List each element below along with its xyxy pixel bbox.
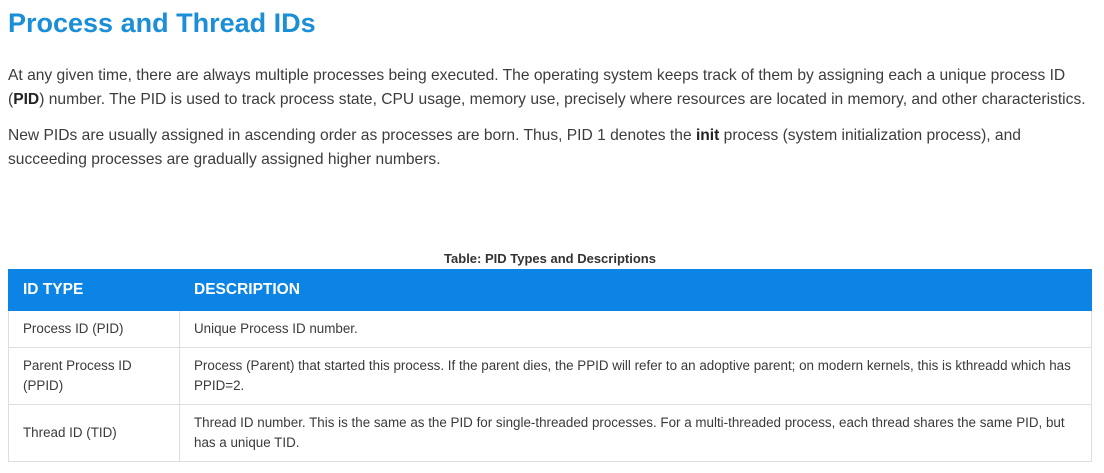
pid-assignment-paragraph: New PIDs are usually assigned in ascendi… (8, 124, 1092, 171)
pid-text-start: New PIDs are usually assigned in ascendi… (8, 127, 696, 144)
table-row: Process ID (PID) Unique Process ID numbe… (8, 310, 1092, 348)
header-id-type: ID TYPE (8, 269, 180, 311)
cell-description: Process (Parent) that started this proce… (179, 347, 1092, 405)
cell-id-type: Parent Process ID (PPID) (8, 347, 180, 405)
cell-description: Unique Process ID number. (179, 310, 1092, 348)
table-row: Thread ID (TID) Thread ID number. This i… (8, 404, 1092, 462)
intro-bold-term: PID (13, 90, 40, 108)
table-row: Parent Process ID (PPID) Process (Parent… (8, 347, 1092, 405)
pid-bold-term: init (695, 127, 720, 144)
intro-paragraph: At any given time, there are always mult… (8, 64, 1092, 111)
table-header-row: ID TYPE DESCRIPTION (8, 269, 1092, 311)
cell-id-type: Thread ID (TID) (8, 404, 180, 462)
article: Process and Thread IDs At any given time… (8, 0, 1092, 462)
table-caption: Table: PID Types and Descriptions (444, 251, 656, 266)
cell-id-type: Process ID (PID) (8, 310, 180, 348)
pid-types-table: ID TYPE DESCRIPTION Process ID (PID) Uni… (8, 269, 1092, 462)
header-description: DESCRIPTION (179, 269, 1092, 311)
intro-text-end: ) number. The PID is used to track proce… (39, 90, 1086, 108)
cell-description: Thread ID number. This is the same as th… (179, 404, 1092, 462)
page-title: Process and Thread IDs (8, 8, 316, 38)
